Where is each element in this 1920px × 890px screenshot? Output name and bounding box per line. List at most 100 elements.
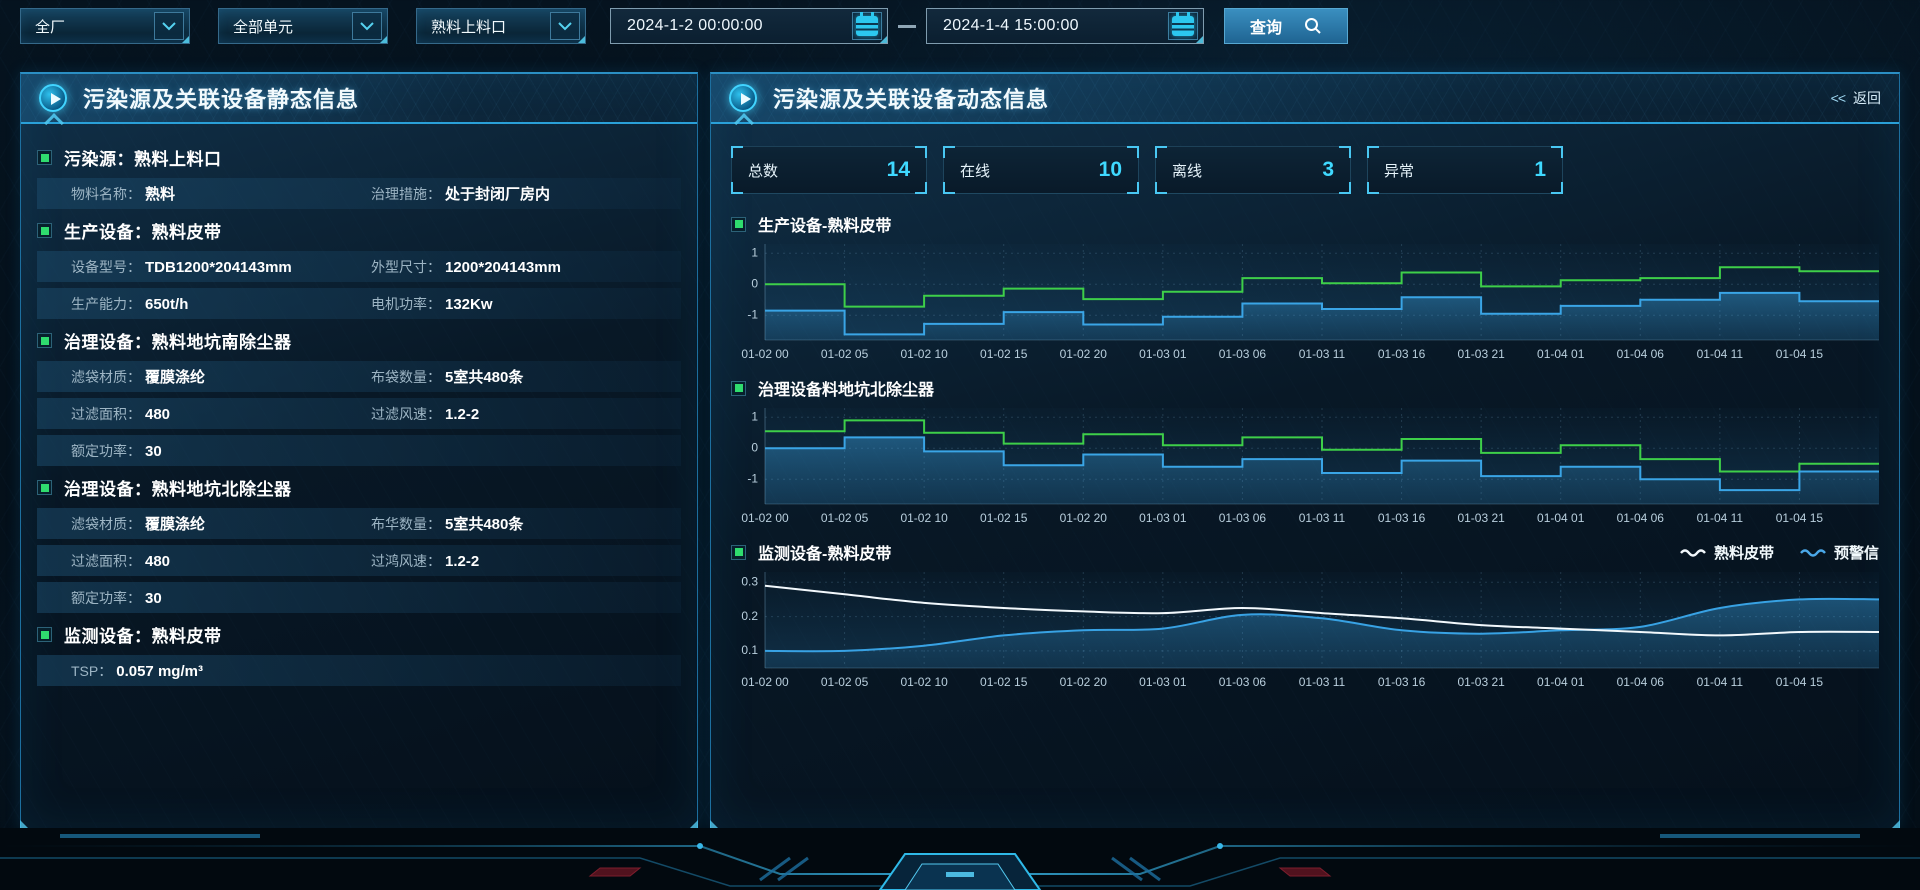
info-cell: 过滤面积：480 xyxy=(71,404,371,424)
svg-text:01-03 11: 01-03 11 xyxy=(1299,511,1346,525)
info-value: 1.2-2 xyxy=(445,553,479,570)
info-value: 5室共480条 xyxy=(445,516,523,533)
filter-dropdown-3[interactable]: 熟料上料口 xyxy=(416,8,586,44)
info-row: 过滤面积：480过鸿风速：1.2-2 xyxy=(37,545,681,576)
chevron-box xyxy=(352,12,382,40)
dynamic-panel-header: 污染源及关联设备动态信息 << 返回 xyxy=(711,74,1899,124)
info-cell: 滤袋材质：覆膜涤纶 xyxy=(71,513,371,534)
charts-area: 生产设备-熟料皮带10-101-02 0001-02 0501-02 1001-… xyxy=(711,212,1899,690)
dropdown-selected-value: 全部单元 xyxy=(233,16,352,37)
corner-bracket xyxy=(1551,182,1563,194)
svg-text:0.1: 0.1 xyxy=(741,643,758,657)
back-button[interactable]: << 返回 xyxy=(1831,88,1881,108)
filter-dropdown-1[interactable]: 全厂 xyxy=(20,8,190,44)
calendar-icon-box[interactable] xyxy=(852,12,882,40)
chart-plot: 10-101-02 0001-02 0501-02 1001-02 1501-0… xyxy=(731,244,1879,362)
info-cell: 布袋数量：5室共480条 xyxy=(371,366,671,387)
section-heading: 生产设备：熟料皮带 xyxy=(37,218,681,243)
stat-card-1: 总数14 xyxy=(731,146,927,194)
chart-title: 生产设备-熟料皮带 xyxy=(758,212,891,236)
info-cell: 生产能力：650t/h xyxy=(71,294,371,314)
info-label: 布华数量： xyxy=(371,516,441,532)
search-button-label: 查询 xyxy=(1250,14,1282,38)
date-to-field[interactable]: 2024-1-4 15:00:00 xyxy=(926,8,1204,44)
info-label: 外型尺寸： xyxy=(371,259,441,275)
chart-block-1: 生产设备-熟料皮带10-101-02 0001-02 0501-02 1001-… xyxy=(731,212,1879,362)
svg-text:01-04 06: 01-04 06 xyxy=(1617,347,1665,361)
svg-text:01-03 01: 01-03 01 xyxy=(1139,675,1187,689)
info-value: 1200*204143mm xyxy=(445,259,561,276)
wave-line-icon xyxy=(1680,547,1706,557)
legend-item[interactable]: 预警信 xyxy=(1800,542,1879,563)
info-cell: 过鸿风速：1.2-2 xyxy=(371,551,671,571)
chevron-box xyxy=(550,12,580,40)
static-panel-title: 污染源及关联设备静态信息 xyxy=(83,82,359,114)
date-to-value: 2024-1-4 15:00:00 xyxy=(943,17,1168,35)
svg-text:01-04 15: 01-04 15 xyxy=(1776,511,1824,525)
date-from-field[interactable]: 2024-1-2 00:00:00 xyxy=(610,8,888,44)
svg-text:01-02 15: 01-02 15 xyxy=(980,347,1028,361)
info-value: 650t/h xyxy=(145,296,188,313)
corner-bracket xyxy=(731,146,743,158)
calendar-icon xyxy=(1172,16,1194,36)
svg-text:01-03 06: 01-03 06 xyxy=(1219,347,1267,361)
dynamic-info-panel: 污染源及关联设备动态信息 << 返回 总数14 在线10 离线 3 异常1 生产设备-熟… xyxy=(710,72,1900,830)
legend-item[interactable]: 熟料皮带 xyxy=(1680,542,1774,563)
svg-text:01-02 20: 01-02 20 xyxy=(1060,675,1108,689)
info-cell: 滤袋材质：覆膜涤纶 xyxy=(71,366,371,387)
dropdown-selected-value: 熟料上料口 xyxy=(431,16,550,37)
date-from-value: 2024-1-2 00:00:00 xyxy=(627,17,852,35)
info-value: 处于封闭厂房内 xyxy=(445,186,550,203)
svg-text:01-03 06: 01-03 06 xyxy=(1219,675,1267,689)
filter-dropdown-2[interactable]: 全部单元 xyxy=(218,8,388,44)
svg-text:01-04 01: 01-04 01 xyxy=(1537,511,1585,525)
svg-text:01-04 06: 01-04 06 xyxy=(1617,511,1665,525)
info-label: 额定功率： xyxy=(71,443,141,459)
info-value: 480 xyxy=(145,406,170,423)
search-button[interactable]: 查询 xyxy=(1224,8,1348,44)
green-square-icon xyxy=(731,545,746,560)
info-row: 滤袋材质：覆膜涤纶布华数量：5室共480条 xyxy=(37,508,681,539)
svg-text:-1: -1 xyxy=(747,471,758,485)
info-value: 覆膜涤纶 xyxy=(145,369,205,386)
info-value: 132Kw xyxy=(445,296,493,313)
info-row: 物料名称：熟料治理措施：处于封闭厂房内 xyxy=(37,178,681,209)
green-square-icon xyxy=(731,217,746,232)
stat-card-3: 离线 3 xyxy=(1155,146,1351,194)
stat-label: 离线 xyxy=(1172,160,1202,181)
svg-text:01-03 21: 01-03 21 xyxy=(1457,675,1505,689)
corner-bracket xyxy=(915,182,927,194)
green-square-icon xyxy=(37,333,52,348)
stat-label: 在线 xyxy=(960,160,990,181)
info-label: 电机功率： xyxy=(371,296,441,312)
info-row: TSP：0.057 mg/m³ xyxy=(37,655,681,686)
chart-plot: 0.30.20.101-02 0001-02 0501-02 1001-02 1… xyxy=(731,572,1879,690)
corner-bracket xyxy=(1367,182,1379,194)
info-value: 1.2-2 xyxy=(445,406,479,423)
svg-text:01-04 15: 01-04 15 xyxy=(1776,675,1824,689)
stat-card-2: 在线10 xyxy=(943,146,1139,194)
corner-bracket xyxy=(731,182,743,194)
info-value: 0.057 mg/m³ xyxy=(116,663,203,680)
info-cell: 电机功率：132Kw xyxy=(371,294,671,314)
calendar-icon-box[interactable] xyxy=(1168,12,1198,40)
info-label: 物料名称： xyxy=(71,186,141,202)
stat-card-4: 异常1 xyxy=(1367,146,1563,194)
green-square-icon xyxy=(37,150,52,165)
svg-text:01-02 05: 01-02 05 xyxy=(821,511,869,525)
svg-text:0.2: 0.2 xyxy=(741,609,758,623)
svg-text:01-04 01: 01-04 01 xyxy=(1537,347,1585,361)
toolbar: 全厂 全部单元 熟料上料口 2024-1-2 00:00:00 2024-1-4 1… xyxy=(0,0,1920,52)
svg-text:01-02 10: 01-02 10 xyxy=(900,347,948,361)
dynamic-panel-title: 污染源及关联设备动态信息 xyxy=(773,82,1049,114)
svg-text:01-02 10: 01-02 10 xyxy=(900,675,948,689)
corner-bracket xyxy=(1367,146,1379,158)
corner-bracket xyxy=(943,182,955,194)
chart-title-row: 监测设备-熟料皮带熟料皮带预警信 xyxy=(731,540,1879,564)
stat-value: 3 xyxy=(1322,158,1334,182)
stat-value: 1 xyxy=(1534,158,1546,182)
double-chevron-left-icon: << xyxy=(1831,90,1845,106)
info-value: 30 xyxy=(145,443,162,460)
info-value: 熟料 xyxy=(145,186,175,203)
stats-row: 总数14 在线10 离线 3 异常1 xyxy=(711,124,1899,198)
